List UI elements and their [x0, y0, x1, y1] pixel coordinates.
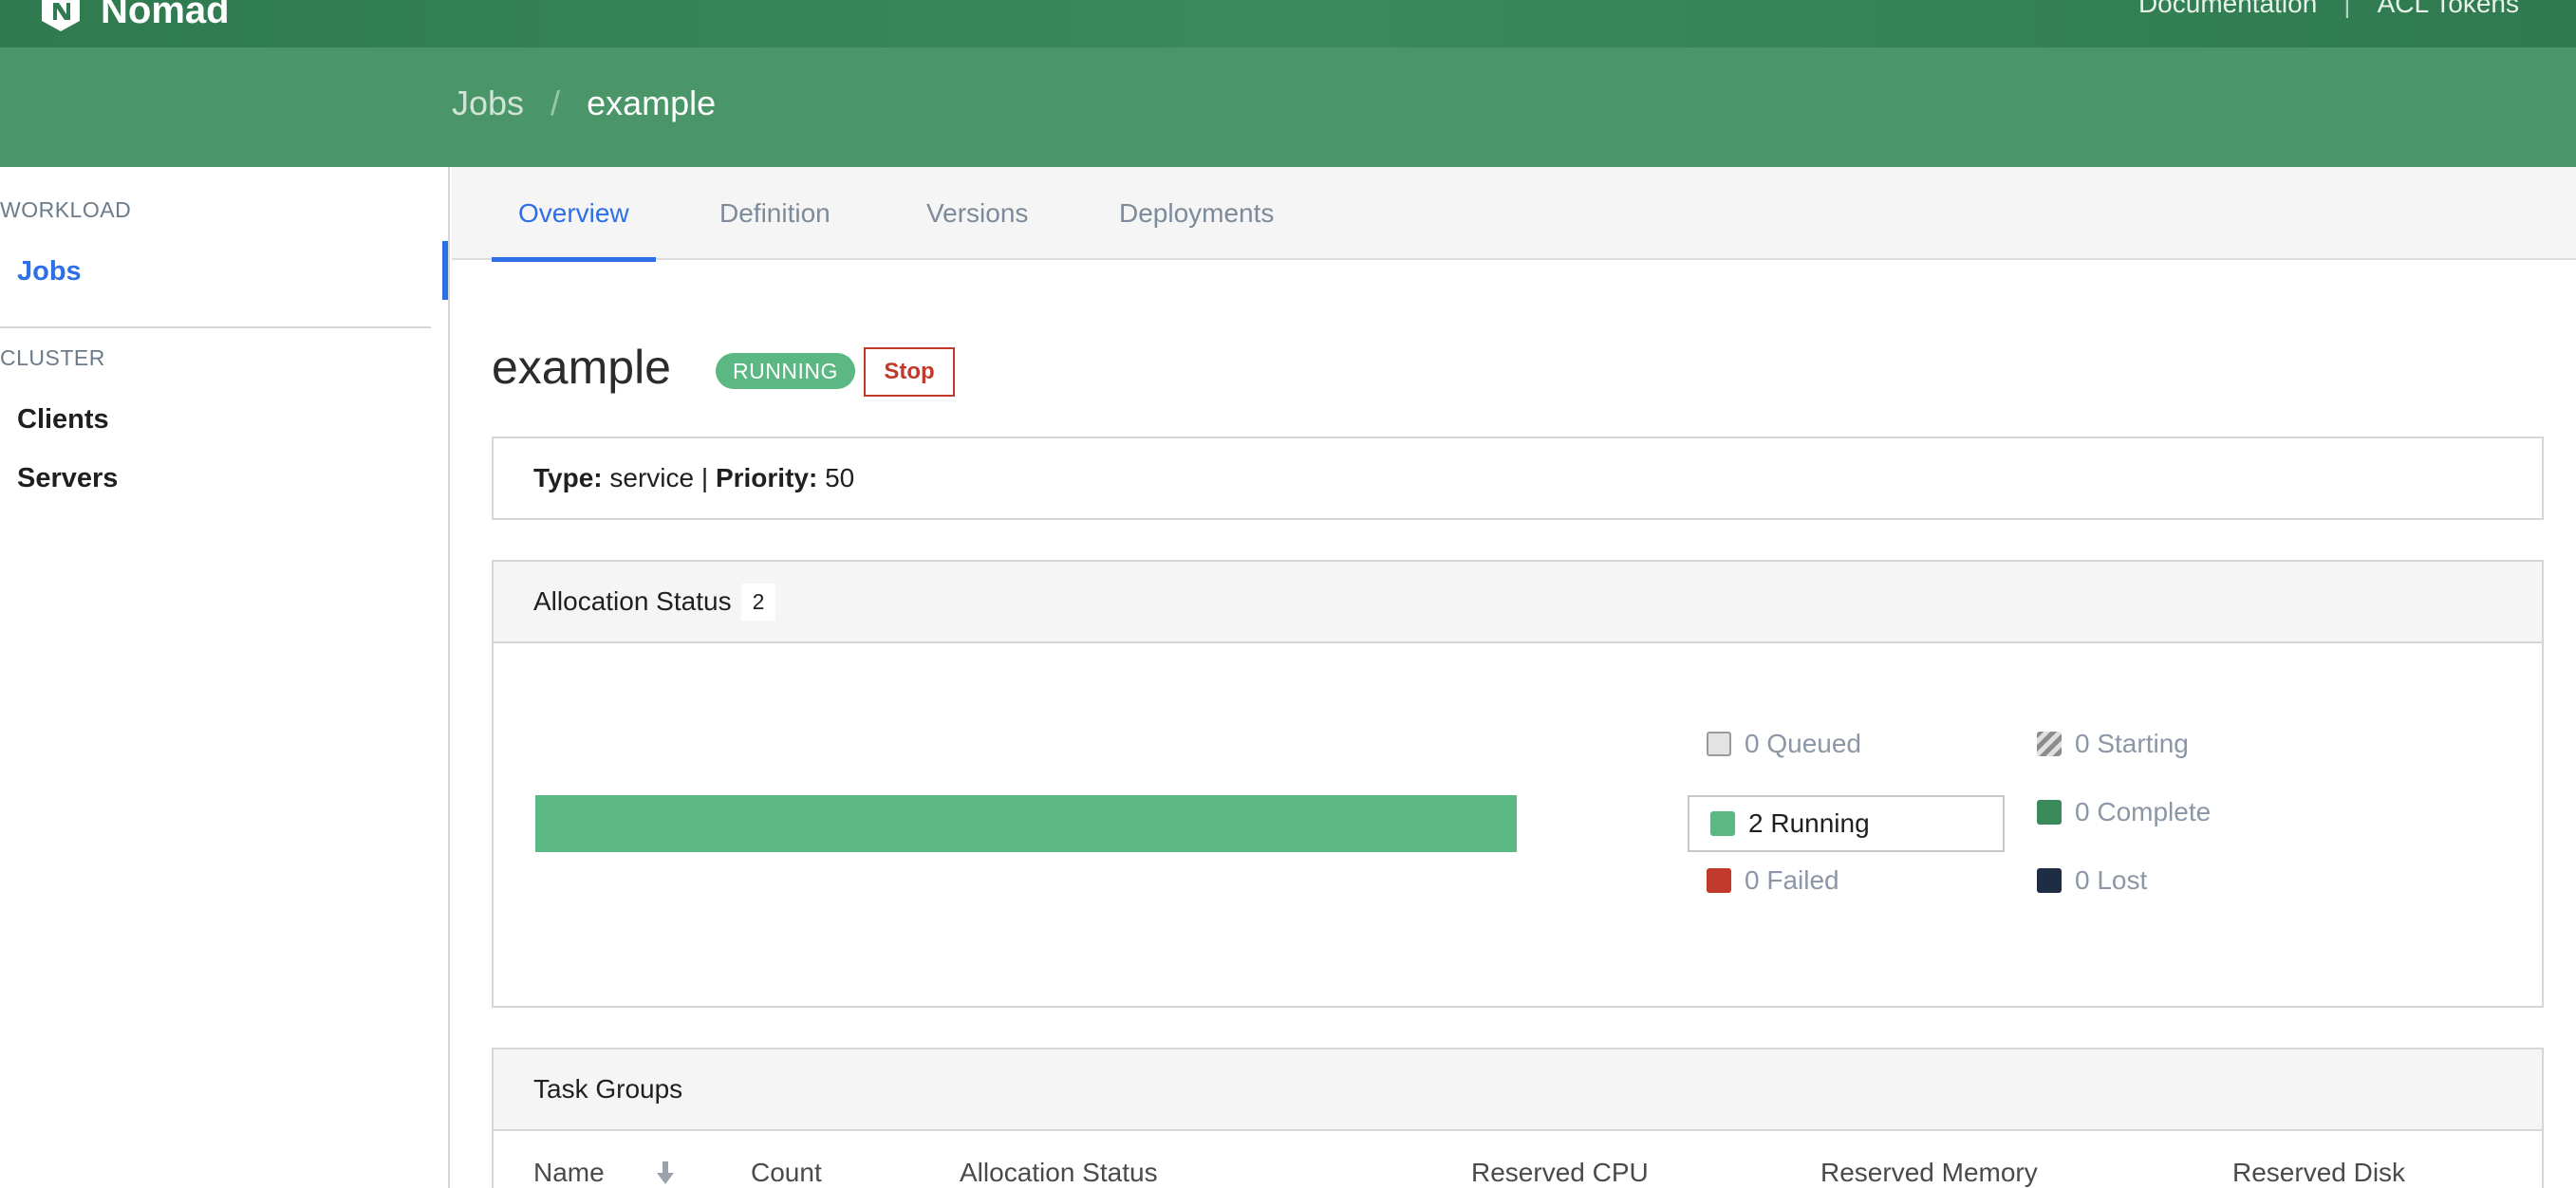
allocation-status-panel: Allocation Status 2 0 Queued 0 Starting … [492, 560, 2544, 1008]
legend-lost-label: 0 Lost [2075, 865, 2148, 895]
job-summary: Type: service | Priority: 50 [492, 436, 2544, 520]
sort-down-arrow-icon[interactable] [655, 1160, 676, 1186]
sidebar-divider [0, 326, 431, 328]
task-groups-header: Task Groups [494, 1049, 2542, 1131]
task-groups-title: Task Groups [533, 1074, 683, 1104]
legend-queued[interactable]: 0 Queued [1707, 729, 1861, 759]
sidebar: WORKLOAD Jobs CLUSTER Clients Servers [0, 167, 450, 1188]
legend-queued-label: 0 Queued [1745, 729, 1861, 758]
allocation-status-body: 0 Queued 0 Starting 2 Running 0 Complete… [494, 643, 2542, 1006]
top-navigation-bar: Nomad Documentation | ACL Tokens [0, 0, 2576, 47]
top-link-separator: | [2343, 0, 2351, 18]
allocation-status-title: Allocation Status [533, 586, 732, 616]
column-count[interactable]: Count [751, 1158, 822, 1188]
tab-definition[interactable]: Definition [719, 167, 831, 260]
column-reserved-cpu[interactable]: Reserved CPU [1471, 1158, 1649, 1188]
page-header: Jobs / example [0, 47, 2576, 167]
legend-failed-label: 0 Failed [1745, 865, 1839, 895]
legend-complete-label: 0 Complete [2075, 797, 2212, 826]
legend-running[interactable]: 2 Running [1688, 795, 2005, 852]
acl-tokens-link[interactable]: ACL Tokens [2378, 0, 2519, 19]
tab-bar: Overview Definition Versions Deployments [452, 167, 2576, 262]
legend-lost[interactable]: 0 Lost [2037, 865, 2147, 896]
sidebar-active-indicator [442, 241, 448, 300]
legend-failed[interactable]: 0 Failed [1707, 865, 1839, 896]
running-swatch-icon [1710, 811, 1735, 836]
allocation-count-badge: 2 [740, 583, 776, 621]
meta-separator: | [700, 463, 709, 492]
breadcrumb-separator: / [551, 84, 561, 122]
queued-swatch-icon [1707, 732, 1731, 756]
legend-complete[interactable]: 0 Complete [2037, 797, 2211, 827]
allocation-running-bar[interactable] [535, 795, 1517, 852]
nomad-logo-icon [42, 0, 80, 31]
column-name[interactable]: Name [533, 1158, 605, 1188]
legend-starting-label: 0 Starting [2075, 729, 2189, 758]
sidebar-item-servers[interactable]: Servers [17, 463, 118, 494]
breadcrumb-current: example [587, 84, 717, 122]
type-value: service [609, 463, 695, 492]
documentation-link[interactable]: Documentation [2138, 0, 2317, 19]
type-label: Type: [533, 463, 603, 492]
lost-swatch-icon [2037, 868, 2062, 893]
task-groups-table-header: Name Count Allocation Status Reserved CP… [494, 1131, 2542, 1188]
priority-value: 50 [825, 463, 855, 492]
failed-swatch-icon [1707, 868, 1731, 893]
column-allocation-status[interactable]: Allocation Status [960, 1158, 1158, 1188]
brand-link[interactable]: Nomad [38, 0, 230, 34]
legend-starting[interactable]: 0 Starting [2037, 729, 2189, 759]
breadcrumb: Jobs / example [452, 84, 716, 123]
sidebar-item-clients[interactable]: Clients [17, 404, 109, 436]
page-title: example [492, 341, 671, 394]
allocation-status-header: Allocation Status 2 [494, 562, 2542, 643]
sidebar-heading-cluster: CLUSTER [0, 345, 105, 370]
column-reserved-memory[interactable]: Reserved Memory [1820, 1158, 2038, 1188]
stop-button[interactable]: Stop [864, 347, 955, 397]
top-links: Documentation | ACL Tokens [2138, 0, 2519, 19]
breadcrumb-jobs-link[interactable]: Jobs [452, 84, 524, 123]
column-reserved-disk[interactable]: Reserved Disk [2232, 1158, 2405, 1188]
sidebar-item-jobs[interactable]: Jobs [17, 256, 82, 288]
tab-versions[interactable]: Versions [926, 167, 1028, 260]
legend-running-label: 2 Running [1748, 808, 1870, 838]
tab-deployments[interactable]: Deployments [1119, 167, 1274, 260]
complete-swatch-icon [2037, 800, 2062, 825]
brand-name: Nomad [101, 0, 230, 31]
task-groups-panel: Task Groups Name Count Allocation Status… [492, 1048, 2544, 1188]
tab-overview[interactable]: Overview [492, 167, 656, 262]
sidebar-heading-workload: WORKLOAD [0, 197, 132, 222]
starting-swatch-icon [2037, 732, 2062, 756]
priority-label: Priority: [715, 463, 818, 492]
status-badge: RUNNING [716, 353, 855, 389]
